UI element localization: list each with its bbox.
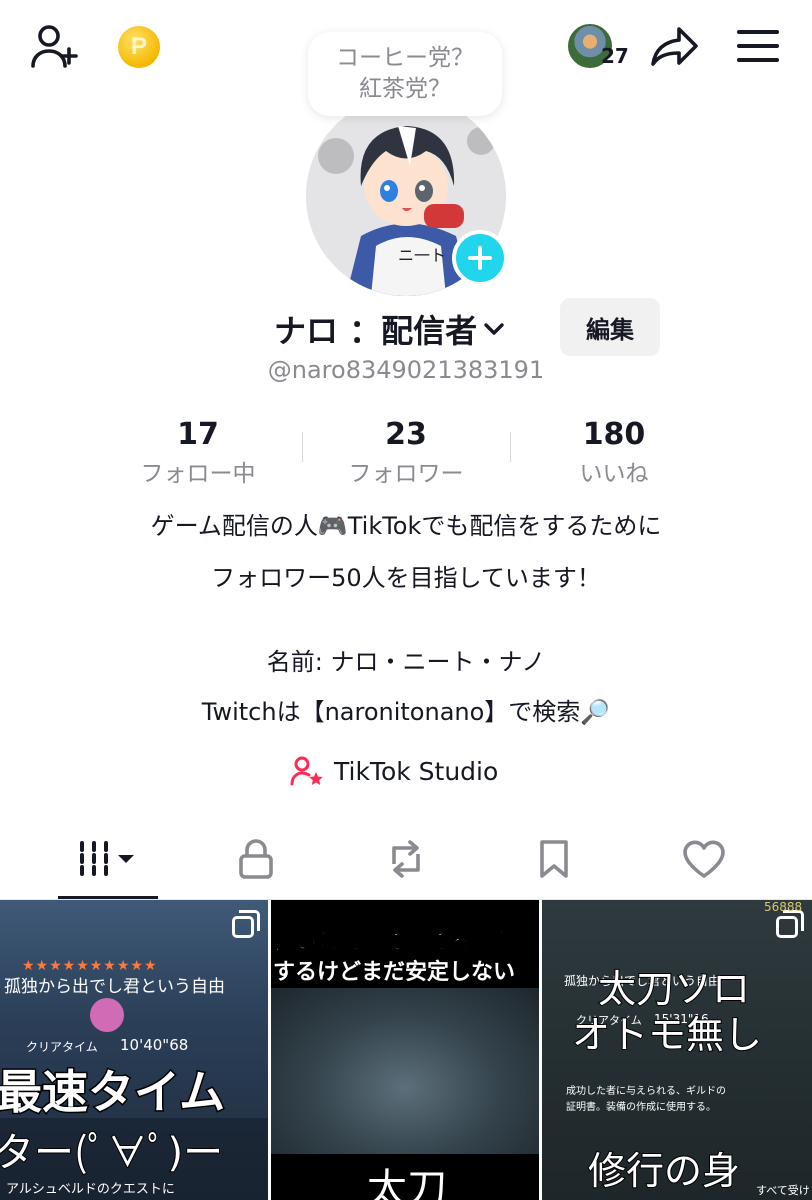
chevron-down-icon xyxy=(483,321,505,337)
videos-grid-icon xyxy=(76,839,140,879)
display-name: ナロ ：配信者 xyxy=(274,312,478,350)
bio-line: 名前: ナロ・ニート・ナノ xyxy=(266,648,546,676)
score: 56888 xyxy=(764,900,803,914)
gameplay-frame xyxy=(271,988,539,1154)
quest-subtitle: 孤独から出でし君という自由 xyxy=(4,977,225,997)
edit-profile-button[interactable]: 編集 xyxy=(560,298,660,356)
svg-text:ニ一ト: ニ一ト xyxy=(398,246,446,265)
video-caption: 太刀 xyxy=(367,1166,447,1200)
studio-label: TikTok Studio xyxy=(334,756,499,786)
prompt-line-1: コーヒー党？ xyxy=(336,45,474,71)
stat-followers[interactable]: 23 フォロワー xyxy=(311,418,501,488)
bio-line: ゲーム配信の人🎮TikTokでも配信をするために xyxy=(150,512,662,540)
video-footer: すべて受け xyxy=(756,1184,810,1197)
followers-count: 23 xyxy=(385,417,427,452)
videos-tab[interactable] xyxy=(58,830,158,888)
item-info: 成功した者に与えられる、ギルドの xyxy=(566,1086,726,1097)
repost-icon xyxy=(384,838,428,880)
reposts-tab[interactable] xyxy=(356,830,456,888)
likes-count: 180 xyxy=(582,417,646,452)
display-name-row[interactable]: ナロ ：配信者 xyxy=(274,302,505,356)
clear-label: クリアタイム xyxy=(26,1040,98,1054)
menu-icon[interactable] xyxy=(736,26,780,66)
video-caption: ター(ﾟ∀ﾟ)ー xyxy=(0,1129,224,1177)
bookmark-icon xyxy=(536,838,572,880)
video-footer: アルシュベルドのクエストに xyxy=(6,1182,175,1197)
liked-tab[interactable] xyxy=(654,830,754,888)
bio-line: フォロワー50人を目指しています！ xyxy=(211,564,601,592)
lock-icon xyxy=(236,838,276,880)
profile-prompt-bubble[interactable]: コーヒー党？ 紅茶党？ xyxy=(308,32,502,116)
bio-line: Twitchは【naronitonano】で検索🔎 xyxy=(201,698,611,726)
stat-following[interactable]: 17 フォロー中 xyxy=(103,418,293,488)
stat-likes[interactable]: 180 いいね xyxy=(519,418,709,488)
share-icon[interactable] xyxy=(650,24,700,68)
creator-icon xyxy=(290,756,324,786)
private-tab[interactable] xyxy=(206,830,306,888)
likes-label: いいね xyxy=(579,461,649,487)
multi-photo-icon xyxy=(232,910,260,938)
monster-icon xyxy=(90,998,124,1032)
stat-divider xyxy=(510,432,511,462)
favorites-tab[interactable] xyxy=(504,830,604,888)
video-caption: 良いとこまで来てる気が xyxy=(272,930,516,956)
multi-photo-icon xyxy=(776,910,804,938)
tiktok-studio-link[interactable]: TikTok Studio xyxy=(290,756,498,786)
following-count: 17 xyxy=(177,417,219,452)
item-info: 証明書。装備の作成に使用する。 xyxy=(566,1102,716,1113)
add-story-button[interactable] xyxy=(452,230,508,286)
add-friend-icon[interactable] xyxy=(28,22,80,70)
prompt-line-2: 紅茶党？ xyxy=(359,76,451,102)
clear-time: 10'40"68 xyxy=(120,1036,189,1054)
video-caption: 修行の身 xyxy=(587,1148,741,1194)
video-caption: 最速タイム xyxy=(0,1064,227,1121)
following-label: フォロー中 xyxy=(140,461,256,487)
friends-count: 27 xyxy=(601,44,629,68)
video-caption: するけどまだ安定しない xyxy=(273,960,516,985)
video-thumbnail[interactable]: ★★★★★★★★★★ 孤独から出でし君という自由 クリアタイム 10'40"68… xyxy=(0,900,268,1200)
stat-divider xyxy=(302,432,303,462)
video-thumbnail[interactable]: 良いとこまで来てる気が するけどまだ安定しない 太刀 xyxy=(271,900,539,1200)
video-thumbnail[interactable]: 56888 孤独から出でし君という自由 クリアタイム 15'31"16 太刀ソロ… xyxy=(542,900,812,1200)
coin-icon[interactable]: P xyxy=(118,26,160,68)
followers-label: フォロワー xyxy=(348,461,464,487)
video-caption: オトモ無し xyxy=(571,1012,763,1058)
heart-icon xyxy=(681,838,727,880)
username: @naro8349021383191 xyxy=(267,356,545,384)
